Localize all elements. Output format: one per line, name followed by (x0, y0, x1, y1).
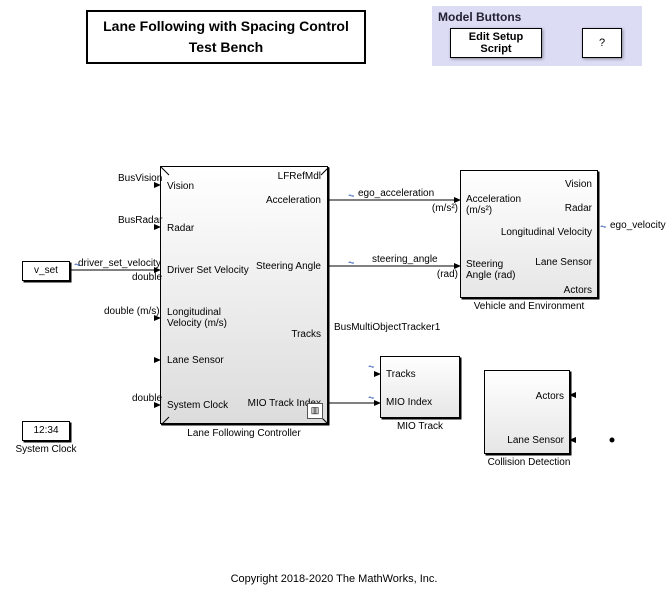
lane-following-controller-label: Lane Following Controller (160, 428, 328, 439)
sig-busradar: BusRadar (118, 215, 158, 226)
unit-ms2: (m/s²) (428, 203, 458, 214)
port-veh-out-vision: Vision (565, 179, 592, 190)
vehicle-environment-label: Vehicle and Environment (460, 301, 598, 312)
dtype-double-ms: double (m/s) (104, 306, 158, 317)
port-veh-in-steer: Steering Angle (rad) (466, 259, 526, 281)
log-signal-icon: ⏦ (600, 222, 607, 232)
collision-detection-label: Collision Detection (474, 457, 584, 468)
vehicle-environment-block[interactable]: Acceleration (m/s²) Steering Angle (rad)… (460, 170, 598, 298)
collision-detection-block[interactable]: Actors Lane Sensor (484, 370, 570, 454)
port-in-longvel: Longitudinal Velocity (m/s) (167, 307, 257, 329)
port-in-driver: Driver Set Velocity (167, 265, 249, 276)
model-ref-name: LFRefMdl (278, 171, 321, 182)
vset-constant-block[interactable]: v_set (22, 261, 70, 281)
sig-driver-set-velocity: driver_set_velocity (78, 258, 161, 269)
port-veh-in-accel: Acceleration (m/s²) (466, 194, 526, 216)
lane-following-controller-block[interactable]: LFRefMdl Vision Radar Driver Set Velocit… (160, 166, 328, 424)
mio-track-label: MIO Track (380, 421, 460, 432)
log-signal-icon: ⏦ (368, 362, 375, 372)
system-clock-label: System Clock (6, 444, 86, 455)
port-in-lane: Lane Sensor (167, 355, 224, 366)
port-veh-out-actors: Actors (564, 285, 592, 296)
dtype-double-1: double (132, 272, 158, 283)
system-clock-block[interactable]: 12:34 (22, 421, 70, 441)
dtype-double-2: double (132, 393, 158, 404)
log-signal-icon: ⏦ (348, 258, 355, 268)
port-out-tracks: Tracks (291, 329, 321, 340)
sig-busvision: BusVision (118, 173, 158, 184)
port-in-clock: System Clock (167, 400, 228, 411)
port-veh-out-lane: Lane Sensor (535, 257, 592, 268)
mio-track-block[interactable]: Tracks MIO Index (380, 356, 460, 418)
sig-ego-velocity: ego_velocity (610, 220, 666, 231)
port-coll-actors: Actors (536, 391, 564, 402)
sig-ego-accel: ego_acceleration (358, 188, 434, 199)
port-in-radar: Radar (167, 223, 194, 234)
port-coll-lane: Lane Sensor (507, 435, 564, 446)
port-mio-index: MIO Index (386, 397, 432, 408)
log-signal-icon: ⏦ (368, 393, 375, 403)
port-out-steer: Steering Angle (256, 261, 321, 272)
log-signal-icon: ⏦ (348, 191, 355, 201)
port-out-accel: Acceleration (266, 195, 321, 206)
port-mio-tracks: Tracks (386, 369, 416, 380)
wiring-layer (0, 0, 668, 597)
log-signal-icon: ⏦ (74, 260, 81, 270)
port-veh-out-longvel: Longitudinal Velocity (501, 227, 592, 238)
sig-bustracker: BusMultiObjectTracker1 (334, 322, 440, 333)
model-ref-badge-icon: ▥ (307, 403, 323, 419)
port-in-vision: Vision (167, 181, 194, 192)
port-veh-out-radar: Radar (565, 203, 592, 214)
sig-steering: steering_angle (372, 254, 438, 265)
unit-rad: (rad) (432, 269, 458, 280)
copyright-text: Copyright 2018-2020 The MathWorks, Inc. (0, 573, 668, 585)
